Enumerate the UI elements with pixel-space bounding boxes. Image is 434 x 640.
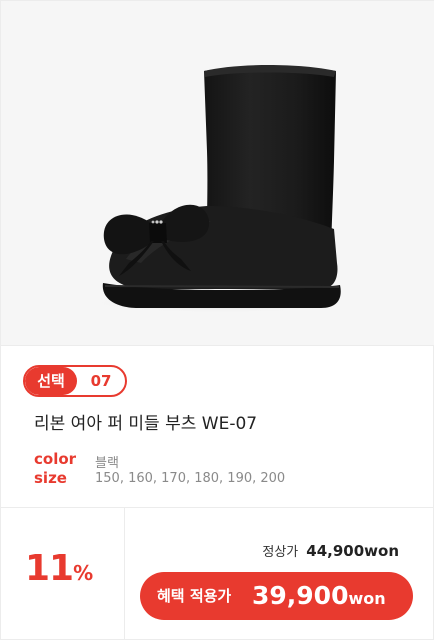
price-divider	[124, 508, 125, 640]
spec-size-value: 150, 160, 170, 180, 190, 200	[95, 471, 286, 486]
badge-label: 선택	[25, 367, 77, 395]
benefit-price-button[interactable]: 혜택 적용가 39,900won	[140, 572, 413, 620]
regular-price: 정상가 44,900won	[262, 541, 399, 560]
benefit-price-value: 39,900won	[252, 572, 386, 623]
spec-color-key: color	[34, 450, 77, 468]
product-card[interactable]: 선택 07 리본 여아 퍼 미들 부츠 WE-07 color 블랙 size …	[0, 0, 434, 640]
badge-number: 07	[90, 372, 112, 390]
discount-unit: %	[73, 561, 94, 585]
product-name[interactable]: 리본 여아 퍼 미들 부츠 WE-07	[34, 409, 257, 434]
benefit-price-currency: won	[348, 589, 386, 608]
regular-price-amount: 44,900	[306, 542, 365, 560]
spec-color-value: 블랙	[95, 456, 119, 471]
price-area: 11% 정상가 44,900won 혜택 적용가 39,900won	[1, 507, 434, 640]
discount-number: 11	[25, 548, 74, 589]
spec-size-key: size	[34, 469, 67, 487]
regular-price-currency: won	[364, 542, 399, 560]
benefit-price-amount: 39,900	[252, 581, 349, 610]
selection-badge: 선택 07	[23, 365, 127, 397]
product-info: 선택 07 리본 여아 퍼 미들 부츠 WE-07 color 블랙 size …	[1, 345, 434, 507]
product-image[interactable]	[1, 1, 434, 345]
benefit-price-label: 혜택 적용가	[157, 587, 232, 605]
boot-image	[86, 65, 356, 313]
regular-price-label: 정상가	[262, 545, 299, 560]
discount-rate: 11%	[25, 548, 93, 589]
